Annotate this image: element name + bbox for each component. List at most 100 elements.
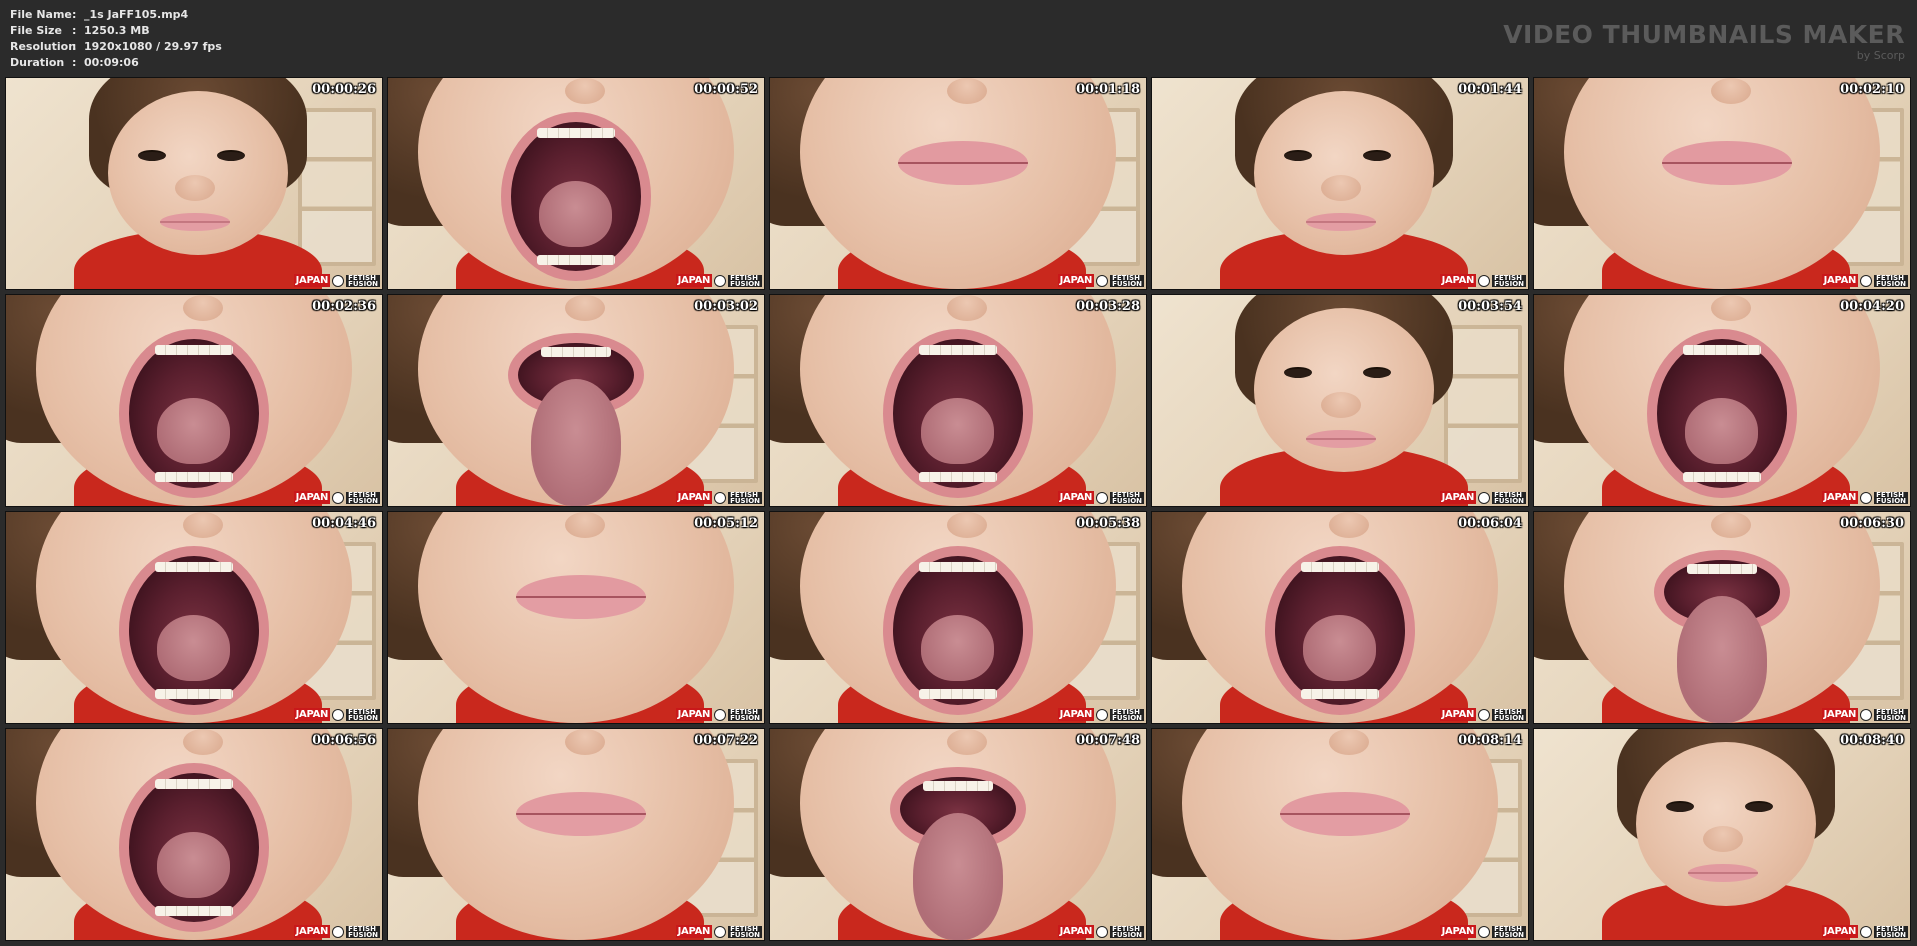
upper-teeth <box>918 344 998 355</box>
file-info-label: Resolution <box>10 40 77 53</box>
watermark-right: FETISH FUSION <box>346 491 380 505</box>
bunny-icon <box>1096 708 1109 721</box>
lips <box>1688 864 1759 883</box>
bunny-icon <box>1860 925 1873 938</box>
watermark-right: FETISH FUSION <box>346 925 380 938</box>
thumbnail: 00:05:38 JAPAN FETISH FUSION <box>769 511 1147 724</box>
watermark-right-bottom: FUSION <box>346 496 380 505</box>
watermark-logo: JAPAN FETISH FUSION <box>293 925 380 938</box>
eye <box>1362 366 1391 378</box>
watermark-left: JAPAN <box>1821 708 1859 721</box>
nose <box>564 295 605 321</box>
watermark-right: FETISH FUSION <box>346 274 380 287</box>
nose <box>1710 78 1751 104</box>
timestamp: 00:00:52 <box>694 82 758 97</box>
upper-teeth <box>1682 344 1762 355</box>
eye <box>1283 366 1312 378</box>
tongue <box>912 813 1004 940</box>
watermark-right-bottom: FUSION <box>728 279 762 288</box>
thumbnail: 00:07:22 JAPAN FETISH FUSION <box>387 728 765 941</box>
open-mouth <box>500 111 652 281</box>
lower-teeth <box>1300 688 1380 699</box>
watermark-right: FETISH FUSION <box>1874 274 1908 288</box>
bunny-icon <box>1860 708 1873 721</box>
lower-teeth <box>154 688 234 699</box>
timestamp: 00:01:44 <box>1458 82 1522 97</box>
nose <box>564 512 605 538</box>
watermark-left: JAPAN <box>293 708 331 721</box>
thumbnail: 00:01:44 JAPAN FETISH FUSION <box>1151 77 1529 290</box>
open-mouth <box>882 545 1034 715</box>
watermark-logo: JAPAN FETISH FUSION <box>1821 708 1908 721</box>
watermark-logo: JAPAN FETISH FUSION <box>1057 491 1144 505</box>
file-info-value: 1250.3 MB <box>84 24 150 37</box>
file-info: File Name: _1s JaFF105.mp4 File Size:1250.… <box>10 7 222 71</box>
nose <box>182 295 223 321</box>
video-frame <box>1534 78 1910 289</box>
nose <box>946 78 987 104</box>
video-frame <box>1152 512 1528 723</box>
lips <box>515 792 646 837</box>
video-frame <box>1152 729 1528 940</box>
video-frame <box>1534 729 1910 940</box>
watermark-left: JAPAN <box>1439 491 1477 504</box>
thumbnail: 00:02:10 JAPAN FETISH FUSION <box>1533 77 1911 290</box>
watermark-right-bottom: FUSION <box>1492 930 1526 939</box>
watermark-logo: JAPAN FETISH FUSION <box>293 708 380 721</box>
watermark-logo: JAPAN FETISH FUSION <box>1821 274 1908 288</box>
watermark-right: FETISH FUSION <box>1110 708 1144 722</box>
timestamp: 00:03:28 <box>1076 299 1140 314</box>
timestamp: 00:00:26 <box>312 82 376 97</box>
watermark-right: FETISH FUSION <box>728 274 762 288</box>
open-mouth <box>882 328 1034 498</box>
eye <box>1665 800 1694 812</box>
lips <box>1306 213 1377 232</box>
watermark-left: JAPAN <box>1439 925 1477 938</box>
thumbnail: 00:04:20 JAPAN FETISH FUSION <box>1533 294 1911 507</box>
timestamp: 00:04:46 <box>312 516 376 531</box>
nose <box>564 729 605 755</box>
watermark-logo: JAPAN FETISH FUSION <box>1439 491 1526 504</box>
video-frame <box>6 729 382 940</box>
watermark-right: FETISH FUSION <box>1874 491 1908 504</box>
watermark-right-bottom: FUSION <box>1874 279 1908 288</box>
file-info-value: 1920x1080 / 29.97 fps <box>84 40 222 53</box>
thumbnail: 00:00:26 JAPAN FETISH FUSION <box>5 77 383 290</box>
bunny-icon <box>332 708 345 721</box>
watermark-logo: JAPAN FETISH FUSION <box>1439 708 1526 721</box>
file-info-separator: : <box>72 56 77 69</box>
watermark-right: FETISH FUSION <box>728 491 762 504</box>
bunny-icon <box>1478 274 1491 287</box>
watermark-logo: JAPAN FETISH FUSION <box>1057 274 1144 287</box>
video-frame <box>388 295 764 506</box>
timestamp: 00:06:56 <box>312 733 376 748</box>
watermark-right: FETISH FUSION <box>728 925 762 938</box>
video-frame <box>388 78 764 289</box>
watermark-logo: JAPAN FETISH FUSION <box>1821 491 1908 504</box>
brand: VIDEO THUMBNAILS MAKER by Scorp <box>1503 20 1905 62</box>
watermark-logo: JAPAN FETISH FUSION <box>1057 708 1144 722</box>
lower-teeth <box>154 905 234 916</box>
nose <box>1328 729 1369 755</box>
watermark-logo: JAPAN FETISH FUSION <box>675 274 762 288</box>
open-mouth <box>118 545 270 715</box>
brand-subtitle: by Scorp <box>1856 49 1905 62</box>
tongue <box>1685 398 1759 464</box>
bunny-icon <box>1096 925 1109 938</box>
file-info-label: File Name <box>10 8 72 21</box>
bunny-icon <box>332 925 345 938</box>
video-frame <box>1152 78 1528 289</box>
file-info-row: Duration:00:09:06 <box>10 55 222 71</box>
upper-teeth <box>1687 563 1757 574</box>
timestamp: 00:02:10 <box>1840 82 1904 97</box>
nose <box>946 729 987 755</box>
watermark-right-bottom: FUSION <box>1110 496 1144 505</box>
watermark-logo: JAPAN FETISH FUSION <box>1439 274 1526 287</box>
nose <box>175 175 216 202</box>
lower-teeth <box>1682 471 1762 482</box>
watermark-right: FETISH FUSION <box>1492 708 1526 721</box>
bunny-icon <box>1096 274 1109 287</box>
upper-teeth <box>1300 561 1380 572</box>
watermark-right-bottom: FUSION <box>1110 713 1144 722</box>
tongue <box>530 379 622 506</box>
